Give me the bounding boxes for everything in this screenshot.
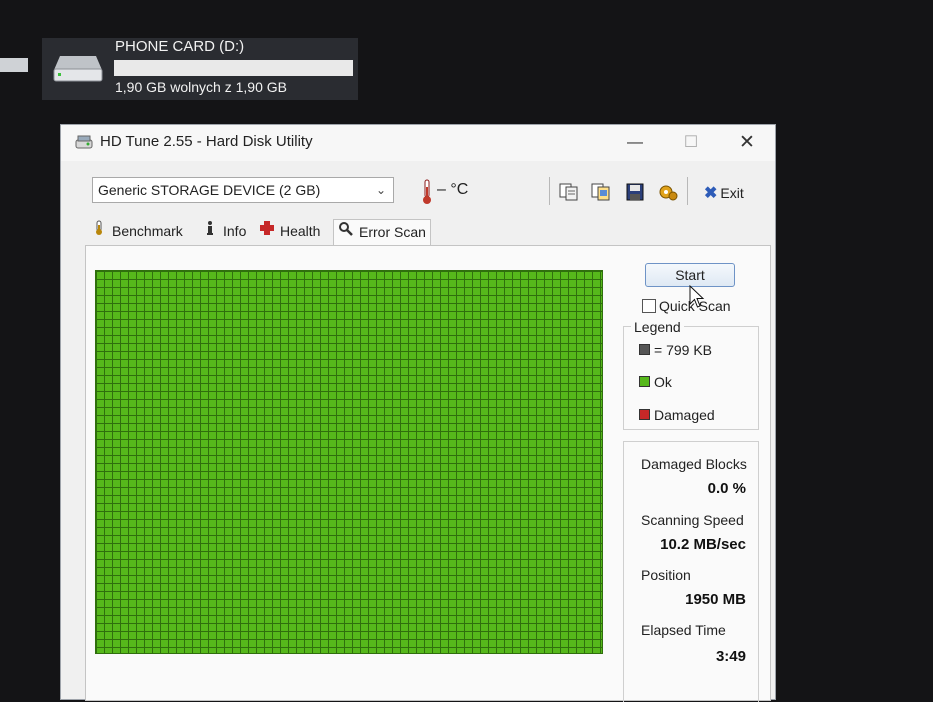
- tab-health-label: Health: [280, 223, 321, 239]
- exit-button[interactable]: ✖ Exit: [704, 183, 744, 203]
- chevron-down-icon[interactable]: ⌄: [376, 178, 386, 202]
- maximize-button[interactable]: ☐: [677, 131, 705, 155]
- temperature-readout: – °C: [437, 181, 469, 198]
- legend-damaged: Damaged: [639, 407, 715, 423]
- copy-icon[interactable]: [558, 182, 580, 202]
- exit-label: Exit: [720, 185, 744, 201]
- scanning-speed-label: Scanning Speed: [641, 512, 744, 528]
- block-swatch-icon: [639, 344, 650, 355]
- tab-benchmark[interactable]: Benchmark: [87, 219, 187, 244]
- elapsed-time-label: Elapsed Time: [641, 622, 726, 638]
- tab-error-scan[interactable]: Error Scan: [333, 219, 431, 246]
- damaged-blocks-label: Damaged Blocks: [641, 456, 747, 472]
- tab-benchmark-label: Benchmark: [112, 223, 183, 239]
- app-icon: [75, 135, 93, 149]
- damaged-blocks-value: 0.0 %: [707, 480, 746, 497]
- block-map: [95, 270, 603, 654]
- damaged-swatch-icon: [639, 409, 650, 420]
- close-button[interactable]: ✕: [733, 131, 761, 155]
- drive-free-space: 1,90 GB wolnych z 1,90 GB: [115, 79, 287, 95]
- legend-block-size: = 799 KB: [639, 342, 712, 358]
- hdtune-window: HD Tune 2.55 - Hard Disk Utility — ☐ ✕ G…: [60, 124, 776, 702]
- copy-screen-icon[interactable]: [590, 182, 612, 202]
- tab-error-scan-label: Error Scan: [359, 224, 426, 240]
- exit-icon: ✖: [704, 185, 718, 202]
- title-bar[interactable]: HD Tune 2.55 - Hard Disk Utility — ☐ ✕: [61, 125, 775, 161]
- health-icon: [259, 219, 275, 243]
- drive-name: PHONE CARD (D:): [115, 38, 245, 55]
- position-value: 1950 MB: [685, 591, 746, 608]
- taskbar-stub: [0, 58, 28, 72]
- device-select-value: Generic STORAGE DEVICE (2 GB): [98, 182, 321, 198]
- tab-info-label: Info: [223, 223, 247, 239]
- error-scan-panel: Start Quick Scan Legend = 799 KB Ok Dama…: [85, 245, 771, 702]
- info-icon: [202, 219, 218, 243]
- magnifier-icon: [338, 220, 354, 244]
- legend-block-size-label: = 799 KB: [654, 342, 712, 358]
- thermometer-icon: [423, 179, 431, 204]
- scanning-speed-value: 10.2 MB/sec: [660, 536, 746, 553]
- checkbox-box[interactable]: [642, 299, 656, 313]
- drive-tile[interactable]: PHONE CARD (D:) 1,90 GB wolnych z 1,90 G…: [42, 38, 358, 100]
- drive-usage-bar: [114, 60, 353, 76]
- window-title: HD Tune 2.55 - Hard Disk Utility: [100, 133, 313, 150]
- tab-info[interactable]: Info: [198, 219, 250, 244]
- toolbar-separator: [549, 177, 550, 205]
- benchmark-icon: [91, 219, 107, 243]
- quick-scan-label: Quick Scan: [659, 298, 731, 314]
- device-select[interactable]: Generic STORAGE DEVICE (2 GB) ⌄: [92, 177, 394, 203]
- legend-damaged-label: Damaged: [654, 407, 715, 423]
- ok-swatch-icon: [639, 376, 650, 387]
- elapsed-time-value: 3:49: [715, 648, 746, 665]
- legend-ok-label: Ok: [654, 374, 672, 390]
- tab-health[interactable]: Health: [255, 219, 324, 244]
- start-button[interactable]: Start: [645, 263, 735, 287]
- legend-title: Legend: [631, 319, 684, 335]
- save-icon[interactable]: [624, 182, 646, 202]
- options-icon[interactable]: [657, 182, 679, 202]
- drive-icon: [53, 56, 103, 82]
- legend-ok: Ok: [639, 374, 672, 390]
- minimize-button[interactable]: —: [621, 131, 649, 155]
- position-label: Position: [641, 567, 691, 583]
- toolbar-separator: [687, 177, 688, 205]
- quick-scan-checkbox[interactable]: Quick Scan: [642, 298, 731, 314]
